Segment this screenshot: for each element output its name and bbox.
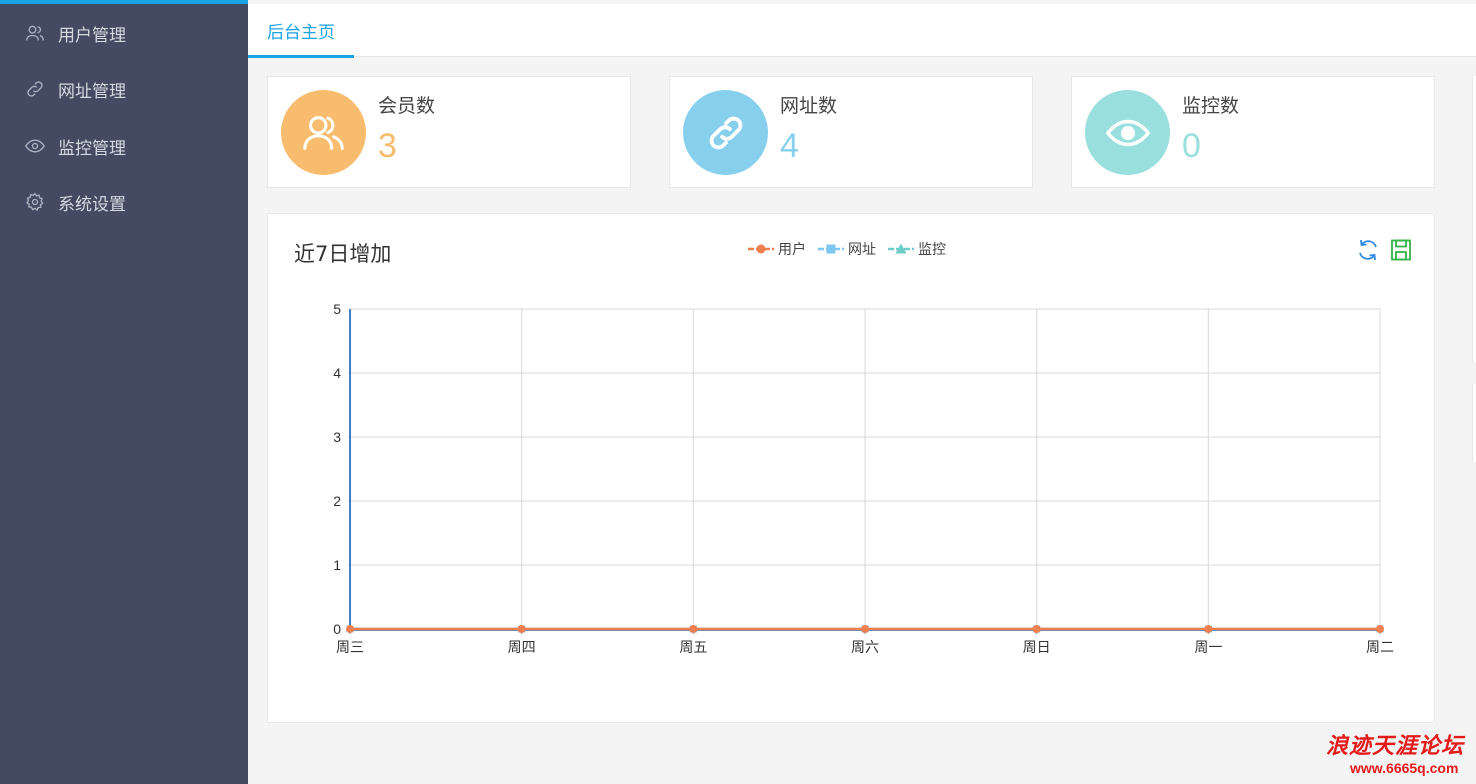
tab-label: 后台主页 xyxy=(267,23,335,43)
link-icon xyxy=(24,78,46,100)
sidebar-item-label: 系统设置 xyxy=(58,194,126,215)
sidebar-item-label: 网址管理 xyxy=(58,81,126,102)
stat-card-urls: 网址数 4 xyxy=(669,76,1033,188)
stat-value: 0 xyxy=(1182,127,1201,165)
sidebar-item-users[interactable]: 用户管理 xyxy=(0,13,248,53)
stat-value: 3 xyxy=(378,127,397,165)
x-tick-label: 周日 xyxy=(1023,640,1051,656)
y-tick-label: 1 xyxy=(333,557,341,573)
sidebar-item-settings[interactable]: 系统设置 xyxy=(0,182,248,222)
x-tick-label: 周五 xyxy=(679,640,707,656)
sidebar: 用户管理 网址管理 监控管理 系统设置 xyxy=(0,0,248,784)
sidebar-item-label: 用户管理 xyxy=(58,25,126,46)
gear-icon xyxy=(24,191,46,213)
data-point xyxy=(861,625,869,633)
data-point xyxy=(1204,625,1213,633)
y-tick-label: 2 xyxy=(333,493,341,509)
x-tick-label: 周一 xyxy=(1194,640,1222,656)
data-point xyxy=(689,625,698,633)
data-point xyxy=(517,625,526,633)
eye-icon xyxy=(24,135,46,157)
users-icon xyxy=(24,22,46,44)
stat-value: 4 xyxy=(780,127,799,165)
x-tick-label: 周二 xyxy=(1366,640,1394,656)
offscreen-card-edge xyxy=(1472,76,1476,362)
users-icon xyxy=(281,90,366,175)
stat-card-monitors: 监控数 0 xyxy=(1071,76,1435,188)
x-tick-label: 周三 xyxy=(336,640,364,656)
x-tick-label: 周六 xyxy=(851,640,879,656)
watermark-url: www.6665q.com xyxy=(1350,760,1459,776)
offscreen-card-edge xyxy=(1472,384,1476,462)
link-icon xyxy=(683,90,768,175)
data-point xyxy=(1376,625,1384,633)
x-tick-label: 周四 xyxy=(508,640,536,656)
y-tick-label: 3 xyxy=(333,429,341,445)
sidebar-item-label: 监控管理 xyxy=(58,138,126,159)
eye-icon xyxy=(1085,90,1170,175)
sidebar-top-accent xyxy=(0,0,248,4)
watermark-text: 浪迹天涯论坛 xyxy=(1326,733,1465,759)
chart-panel: 近7日增加 用户 网址 监控 0 1 2 3 4 5 周三 周四 周五 周六 周… xyxy=(267,213,1435,723)
data-point xyxy=(1032,625,1041,633)
data-point xyxy=(346,625,354,633)
sidebar-item-urls[interactable]: 网址管理 xyxy=(0,69,248,109)
sidebar-item-monitor[interactable]: 监控管理 xyxy=(0,126,248,166)
stat-title: 网址数 xyxy=(780,95,838,117)
y-tick-label: 4 xyxy=(333,365,341,381)
stat-card-members: 会员数 3 xyxy=(267,76,631,188)
stat-title: 监控数 xyxy=(1182,95,1240,117)
y-tick-label: 5 xyxy=(333,301,341,317)
tab-home[interactable]: 后台主页 xyxy=(248,4,354,58)
line-chart: 0 1 2 3 4 5 周三 周四 周五 周六 周日 周一 周二 xyxy=(333,301,1394,656)
tab-bar: 后台主页 xyxy=(248,4,1476,58)
y-tick-label: 0 xyxy=(333,621,341,637)
stat-title: 会员数 xyxy=(378,95,436,117)
tab-active-indicator xyxy=(248,55,354,58)
